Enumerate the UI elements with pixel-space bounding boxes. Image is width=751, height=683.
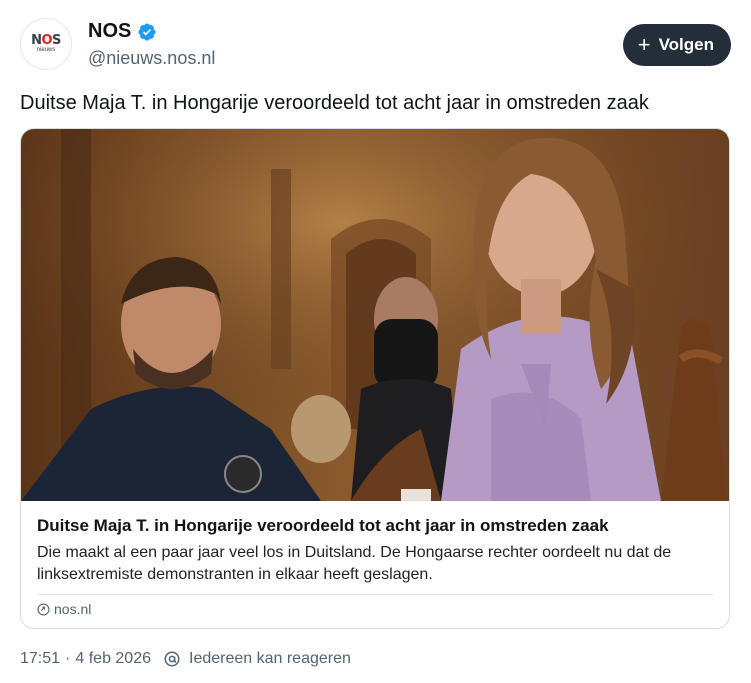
link-card-source[interactable]: nos.nl [37, 601, 91, 617]
author-handle[interactable]: @nieuws.nos.nl [88, 48, 215, 69]
meta-separator: · [65, 650, 71, 667]
plus-icon: + [637, 32, 651, 57]
link-card[interactable]: Duitse Maja T. in Hongarije veroordeeld … [20, 128, 730, 629]
author-name-row: NOS [88, 20, 157, 43]
link-card-domain: nos.nl [54, 601, 92, 617]
post-time[interactable]: 17:51 [20, 650, 60, 668]
follow-button-label: Volgen [658, 35, 714, 54]
verified-badge-icon [138, 22, 156, 41]
post-text: Duitse Maja T. in Hongarije veroordeeld … [20, 92, 649, 114]
follow-button[interactable]: + Volgen [622, 24, 731, 66]
link-card-description: Die maakt al een paar jaar veel los in D… [37, 544, 672, 583]
article-image[interactable] [21, 129, 730, 501]
avatar-subtext: nieuws [36, 47, 56, 53]
link-icon [37, 603, 50, 615]
post-meta: 17:51 · 4 feb 2026 Iedereen kan reageren [20, 650, 351, 668]
reply-setting[interactable]: Iedereen kan reageren [189, 650, 351, 668]
at-sign-icon [164, 651, 180, 667]
author-display-name[interactable]: NOS [88, 20, 131, 43]
post-date[interactable]: 4 feb 2026 [75, 650, 151, 668]
nos-logo-icon: NOS [31, 33, 61, 48]
link-card-title[interactable]: Duitse Maja T. in Hongarije veroordeeld … [37, 515, 715, 537]
card-divider [37, 594, 713, 595]
link-card-body: Duitse Maja T. in Hongarije veroordeeld … [37, 515, 715, 586]
post-header: NOS nieuws NOS @nieuws.nos.nl + Volgen [20, 16, 731, 72]
avatar[interactable]: NOS nieuws [20, 18, 72, 70]
